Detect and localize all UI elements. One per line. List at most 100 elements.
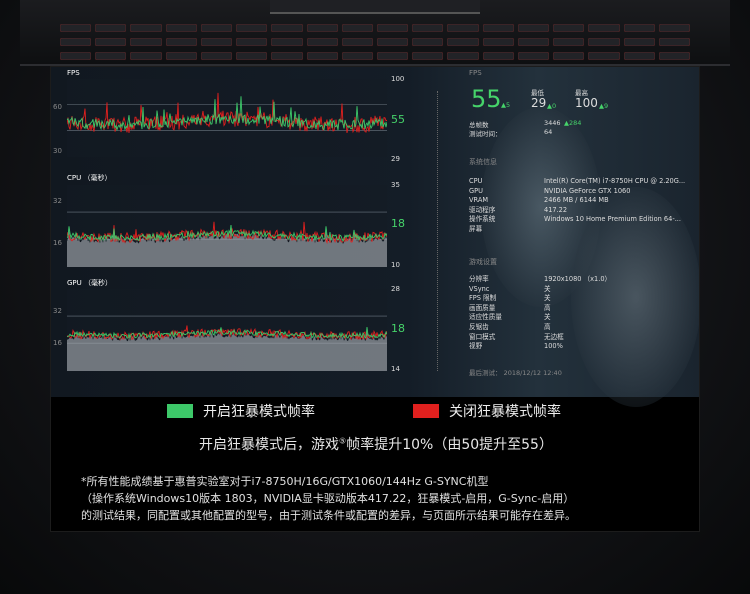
gpu-graph [67,289,387,371]
cpu-min: 10 [391,261,400,269]
fps-header: FPS [469,69,482,77]
gpu-min: 14 [391,365,400,373]
setting-value: 1920x1080 （x1.0） [544,275,612,283]
setting-key: 窗口模式 [469,332,496,341]
system-key: CPU [469,177,483,185]
key-row [60,24,690,32]
system-row: 操作系统 Windows 10 Home Premium Edition 64-.… [469,215,699,225]
legend: 开启狂暴模式帧率 关闭狂暴模式帧率 [51,397,699,427]
system-value: NVIDIA GeForce GTX 1060 [544,186,631,195]
fps-low-label: 30 [53,147,62,155]
cpu-current: 18 [391,217,405,230]
system-value: 417.22 [544,205,568,214]
system-row: GPU NVIDIA GeForce GTX 1060 [469,186,699,197]
disclaimer-line: 的测试结果，同配置或其他配置的型号，由于测试条件或配置的差异，与页面所示结果可能… [81,509,576,522]
system-value [544,225,699,235]
fps-panel-title: FPS [67,69,80,77]
fps-delta: ▲5 [501,101,511,109]
setting-value: 100% [544,342,563,351]
fps-mid-label: 60 [53,103,62,111]
cpu-panel-title: CPU （毫秒） [67,174,112,182]
system-value: Windows 10 Home Premium Edition 64-... [544,215,681,224]
disclaimer-line: *所有性能成绩基于惠普实验室对于i7-8750H/16G/GTX1060/144… [81,475,489,488]
setting-row: 画面质量 高 [469,303,699,314]
frames-delta: ▲284 [564,119,582,127]
setting-value: 高 [544,323,551,331]
max-value: 100 [575,96,598,110]
cpu-plot [67,185,387,267]
setting-row: 视野 100% [469,342,699,352]
laptop-frame: FPS 60 30 100 55 29 CPU （毫秒） 32 16 35 18… [0,0,750,594]
setting-key: FPS 限制 [469,294,497,303]
fps-graph [67,79,387,157]
system-row: CPU Intel(R) Core(TM) i7-8750H CPU @ 2.20… [469,177,699,187]
gpu-current: 18 [391,322,405,335]
cpu-mid-label: 32 [53,197,62,205]
legend-off-swatch [413,404,439,418]
cpu-low-label: 16 [53,239,62,247]
setting-row: 适应性质量 关 [469,313,699,323]
setting-key: 适应性质量 [469,313,502,322]
cpu-max: 35 [391,181,400,189]
frames-value: 3446 [544,119,561,127]
info-panel: FPS 55 ▲5 最低 29 ▲0 最高 100 ▲9 总帧数 3446 ▲2… [469,67,699,387]
setting-key: 画面质量 [469,303,496,312]
system-key: 操作系统 [469,215,496,224]
system-value: Intel(R) Core(TM) i7-8750H CPU @ 2.20G..… [544,177,686,185]
setting-row: 窗口模式 无边框 [469,332,699,343]
time-value: 64 [544,128,553,136]
fps-plot [67,79,387,157]
legend-on-swatch [167,404,193,418]
setting-row: FPS 限制 关 [469,294,699,304]
setting-row: 分辨率 1920x1080 （x1.0） [469,275,699,285]
setting-key: 反锯齿 [469,323,489,331]
screen: FPS 60 30 100 55 29 CPU （毫秒） 32 16 35 18… [50,66,700,532]
min-delta: ▲0 [547,102,557,110]
gpu-panel-title: GPU （毫秒） [67,279,112,287]
system-row: 屏幕 [469,225,699,235]
fps-big-value: 55 [471,85,502,113]
setting-key: 分辨率 [469,275,489,283]
system-key: 屏幕 [469,225,483,233]
time-label: 测试时间： [469,130,502,138]
setting-key: 视野 [469,342,483,351]
setting-row: 反锯齿 高 [469,323,699,333]
setting-value: 无边框 [544,332,564,341]
game-settings-header: 游戏设置 [469,258,497,266]
gpu-low-label: 16 [53,339,62,347]
fps-min: 29 [391,155,400,163]
fps-max: 100 [391,75,405,83]
setting-value: 关 [544,294,551,303]
system-row: VRAM 2466 MB / 6144 MB [469,196,699,206]
cpu-graph [67,185,387,267]
headline: 开启狂暴模式后，游戏⑤帧率提升10%（由50提升至55） [51,434,699,454]
system-key: GPU [469,186,483,195]
setting-value: 关 [544,284,551,293]
legend-on-label: 开启狂暴模式帧率 [203,404,315,420]
gpu-max: 28 [391,285,400,293]
fps-current: 55 [391,113,405,126]
max-delta: ▲9 [599,102,609,110]
legend-off-label: 关闭狂暴模式帧率 [449,404,561,420]
disclaimer: *所有性能成绩基于惠普实验室对于i7-8750H/16G/GTX1060/144… [81,473,699,524]
graph-background [67,79,387,157]
system-key: 驱动程序 [469,205,496,214]
setting-value: 高 [544,303,551,312]
last-test: 最后测试： 2018/12/12 12:40 [469,369,562,377]
system-key: VRAM [469,196,489,205]
system-row: 驱动程序 417.22 [469,205,699,216]
key-row [60,52,690,60]
min-value: 29 [531,96,547,110]
disclaimer-line: （操作系统Windows10版本 1803，NVIDIA显卡驱动版本417.22… [81,492,575,505]
legend-off: 关闭狂暴模式帧率 [413,401,561,421]
headline-post: 帧率提升10%（由50提升至55） [346,437,553,453]
gpu-mid-label: 32 [53,307,62,315]
headline-pre: 开启狂暴模式后，游戏 [199,437,340,453]
setting-key: VSync [469,284,490,293]
hinge [270,0,480,14]
system-value: 2466 MB / 6144 MB [544,196,609,205]
gpu-plot [67,289,387,371]
setting-value: 关 [544,313,551,322]
setting-row: VSync 关 [469,284,699,295]
panel-divider [437,91,438,371]
